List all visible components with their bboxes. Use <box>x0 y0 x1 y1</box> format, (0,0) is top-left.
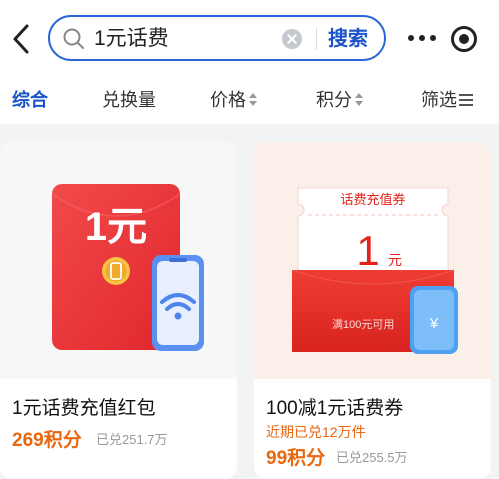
search-box[interactable]: 1元话费 搜索 <box>48 15 386 61</box>
clear-icon[interactable] <box>282 29 302 49</box>
sort-arrows-icon <box>355 93 364 107</box>
sort-bar: 综合 兑换量 价格 积分 筛选 <box>0 78 499 124</box>
target-icon[interactable] <box>451 26 477 52</box>
product-image: 1元 <box>0 142 237 379</box>
coupon-illustration: 话费充值券 1 元 满100元可用 ¥ <box>291 187 458 354</box>
sort-tab-price[interactable]: 价格 <box>210 88 258 112</box>
coupon-banner-text: 话费充值券 <box>340 192 405 207</box>
coupon-condition-text: 满100元可用 <box>332 318 394 331</box>
sort-tab-points[interactable]: 积分 <box>316 88 364 112</box>
search-icon <box>63 28 84 49</box>
envelope-amount-text: 1元 <box>85 205 147 249</box>
more-icon[interactable] <box>408 35 438 43</box>
product-card[interactable]: 1元 1元话费充值红包 269积分 已兑251.7万 <box>0 142 237 479</box>
yuan-icon: ¥ <box>429 315 439 332</box>
product-exchanged: 已兑255.5万 <box>336 450 408 465</box>
search-input[interactable]: 1元话费 <box>94 27 169 51</box>
product-image: 话费充值券 1 元 满100元可用 ¥ <box>254 142 491 379</box>
product-card[interactable]: 话费充值券 1 元 满100元可用 ¥ 100减1元话费券 近期已兑12万件 9… <box>254 142 491 479</box>
product-price: 269积分 <box>12 430 82 451</box>
product-recent-sold: 近期已兑12万件 <box>266 424 366 440</box>
product-title: 1元话费充值红包 <box>12 398 156 419</box>
back-arrow-icon[interactable] <box>8 22 36 56</box>
product-price: 99积分 <box>266 448 326 469</box>
top-bar: 1元话费 搜索 <box>0 0 499 78</box>
coupon-amount-text: 1 <box>356 227 379 274</box>
search-button[interactable]: 搜索 <box>328 27 368 51</box>
sort-tab-exchange-volume[interactable]: 兑换量 <box>102 88 156 112</box>
search-divider <box>316 28 317 50</box>
sort-tab-filter[interactable]: 筛选 <box>421 88 473 112</box>
sort-tab-comprehensive[interactable]: 综合 <box>12 88 48 112</box>
coupon-unit-text: 元 <box>388 252 402 268</box>
red-envelope-illustration: 1元 <box>51 184 204 351</box>
sort-arrows-icon <box>249 93 258 107</box>
product-exchanged: 已兑251.7万 <box>96 432 168 447</box>
filter-icon <box>459 94 473 106</box>
product-title: 100减1元话费券 <box>266 398 404 419</box>
